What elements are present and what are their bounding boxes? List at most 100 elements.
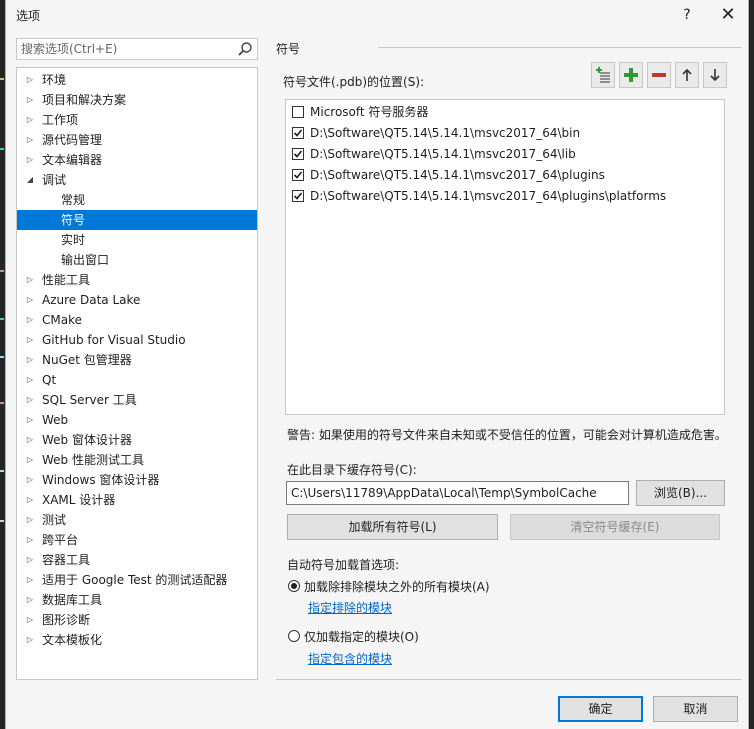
tree-item[interactable]: ▷ 图形诊断 xyxy=(17,610,257,630)
location-checkbox[interactable] xyxy=(292,190,304,202)
collapsed-arrow-icon[interactable]: ▷ xyxy=(24,410,36,430)
collapsed-arrow-icon[interactable]: ▷ xyxy=(24,110,36,130)
collapsed-arrow-icon[interactable]: ▷ xyxy=(24,510,36,530)
background-editor-strip-right xyxy=(750,0,754,729)
collapsed-arrow-icon[interactable]: ▷ xyxy=(24,270,36,290)
tree-item-label: SQL Server 工具 xyxy=(42,393,137,407)
tree-item[interactable]: 实时 xyxy=(17,230,257,250)
ok-button[interactable]: 确定 xyxy=(558,696,643,722)
tree-item[interactable]: ▷ 文本模板化 xyxy=(17,630,257,650)
tree-item[interactable]: ▷ 数据库工具 xyxy=(17,590,257,610)
tree-item[interactable]: ▷ 文本编辑器 xyxy=(17,150,257,170)
tree-item[interactable]: ▷ Web 窗体设计器 xyxy=(17,430,257,450)
arrow-up-icon xyxy=(682,68,692,81)
tree-item[interactable]: ▷ SQL Server 工具 xyxy=(17,390,257,410)
arrow-down-icon xyxy=(710,69,720,82)
tree-item[interactable]: ▷ Windows 窗体设计器 xyxy=(17,470,257,490)
locations-label: 符号文件(.pdb)的位置(S): xyxy=(283,75,425,89)
radio-load-specified-only[interactable] xyxy=(288,630,300,642)
collapsed-arrow-icon[interactable]: ▷ xyxy=(24,450,36,470)
checkmark-icon xyxy=(293,129,303,137)
collapsed-arrow-icon[interactable]: ▷ xyxy=(24,490,36,510)
plus-icon xyxy=(624,68,638,82)
search-input[interactable] xyxy=(17,39,235,59)
options-dialog: 选项 ? ✕ ▷环境▷项目和解决方案▷工作项▷源代码管理▷文本编辑器◢调试常规符… xyxy=(5,0,749,729)
tree-item[interactable]: ▷ Web 性能测试工具 xyxy=(17,450,257,470)
radio-load-specified-label[interactable]: 仅加载指定的模块(O) xyxy=(304,628,419,645)
add-location-button[interactable] xyxy=(619,62,643,88)
cache-label: 在此目录下缓存符号(C): xyxy=(287,463,417,477)
collapsed-arrow-icon[interactable]: ▷ xyxy=(24,630,36,650)
tree-item[interactable]: ▷ 跨平台 xyxy=(17,530,257,550)
tree-item[interactable]: ◢ 调试 xyxy=(17,170,257,190)
location-label: D:\Software\QT5.14\5.14.1\msvc2017_64\pl… xyxy=(310,168,605,182)
tree-item[interactable]: ▷ XAML 设计器 xyxy=(17,490,257,510)
checkmark-icon xyxy=(293,171,303,179)
collapsed-arrow-icon[interactable]: ▷ xyxy=(24,350,36,370)
cancel-button[interactable]: 取消 xyxy=(653,696,738,722)
collapsed-arrow-icon[interactable]: ▷ xyxy=(24,610,36,630)
cache-path-input[interactable] xyxy=(286,481,629,505)
search-icon[interactable] xyxy=(237,41,253,57)
move-down-button[interactable] xyxy=(703,62,727,88)
collapsed-arrow-icon[interactable]: ▷ xyxy=(24,70,36,90)
collapsed-arrow-icon[interactable]: ▷ xyxy=(24,290,36,310)
collapsed-arrow-icon[interactable]: ▷ xyxy=(24,330,36,350)
tree-item[interactable]: ▷ CMake xyxy=(17,310,257,330)
location-checkbox[interactable] xyxy=(292,148,304,160)
collapsed-arrow-icon[interactable]: ▷ xyxy=(24,550,36,570)
tree-item[interactable]: ▷ Azure Data Lake xyxy=(17,290,257,310)
radio-load-all-label[interactable]: 加载除排除模块之外的所有模块(A) xyxy=(304,578,490,595)
collapsed-arrow-icon[interactable]: ▷ xyxy=(24,370,36,390)
browse-button[interactable]: 浏览(B)... xyxy=(636,480,725,506)
location-checkbox[interactable] xyxy=(292,106,304,118)
tree-item[interactable]: ▷ NuGet 包管理器 xyxy=(17,350,257,370)
tree-item[interactable]: 常规 xyxy=(17,190,257,210)
collapsed-arrow-icon[interactable]: ▷ xyxy=(24,310,36,330)
tree-item[interactable]: ▷ 项目和解决方案 xyxy=(17,90,257,110)
tree-item-label: Web 窗体设计器 xyxy=(42,433,132,447)
tree-item[interactable]: ▷ 环境 xyxy=(17,70,257,90)
collapsed-arrow-icon[interactable]: ▷ xyxy=(24,150,36,170)
specify-excluded-modules-link[interactable]: 指定排除的模块 xyxy=(308,599,392,616)
footer-divider xyxy=(276,679,741,680)
tree-item[interactable]: ▷ 源代码管理 xyxy=(17,130,257,150)
location-label: D:\Software\QT5.14\5.14.1\msvc2017_64\bi… xyxy=(310,126,581,140)
radio-load-all-except-excluded[interactable] xyxy=(288,580,300,592)
specify-included-modules-link[interactable]: 指定包含的模块 xyxy=(308,650,392,667)
close-button[interactable]: ✕ xyxy=(716,4,740,26)
move-up-button[interactable] xyxy=(675,62,699,88)
tree-item[interactable]: ▷ 性能工具 xyxy=(17,270,257,290)
tree-item[interactable]: ▷ 容器工具 xyxy=(17,550,257,570)
collapsed-arrow-icon[interactable]: ▷ xyxy=(24,430,36,450)
collapsed-arrow-icon[interactable]: ▷ xyxy=(24,570,36,590)
tree-item-label: Azure Data Lake xyxy=(42,293,141,307)
tree-item-label: 数据库工具 xyxy=(42,593,103,607)
clear-cache-button[interactable]: 清空符号缓存(E) xyxy=(510,514,720,540)
collapsed-arrow-icon[interactable]: ▷ xyxy=(24,530,36,550)
tree-item[interactable]: ▷ 工作项 xyxy=(17,110,257,130)
help-button[interactable]: ? xyxy=(676,4,698,26)
collapsed-arrow-icon[interactable]: ▷ xyxy=(24,470,36,490)
tree-item[interactable]: 符号 xyxy=(17,210,257,230)
tree-item[interactable]: ▷ Web xyxy=(17,410,257,430)
load-all-symbols-button[interactable]: 加载所有符号(L) xyxy=(287,514,498,540)
expanded-arrow-icon[interactable]: ◢ xyxy=(24,170,36,190)
auto-load-label: 自动符号加载首选项: xyxy=(287,558,400,572)
tree-item[interactable]: 输出窗口 xyxy=(17,250,257,270)
collapsed-arrow-icon[interactable]: ▷ xyxy=(24,90,36,110)
section-divider xyxy=(378,47,741,48)
collapsed-arrow-icon[interactable]: ▷ xyxy=(24,130,36,150)
remove-location-button[interactable] xyxy=(647,62,671,88)
tree-item-label: NuGet 包管理器 xyxy=(42,353,132,367)
tree-item[interactable]: ▷ 测试 xyxy=(17,510,257,530)
add-nuget-location-button[interactable] xyxy=(591,62,615,88)
tree-item[interactable]: ▷ Qt xyxy=(17,370,257,390)
collapsed-arrow-icon[interactable]: ▷ xyxy=(24,390,36,410)
title-bar: 选项 ? ✕ xyxy=(6,0,748,30)
location-checkbox[interactable] xyxy=(292,127,304,139)
collapsed-arrow-icon[interactable]: ▷ xyxy=(24,590,36,610)
tree-item[interactable]: ▷ 适用于 Google Test 的测试适配器 xyxy=(17,570,257,590)
tree-item[interactable]: ▷ GitHub for Visual Studio xyxy=(17,330,257,350)
location-checkbox[interactable] xyxy=(292,169,304,181)
